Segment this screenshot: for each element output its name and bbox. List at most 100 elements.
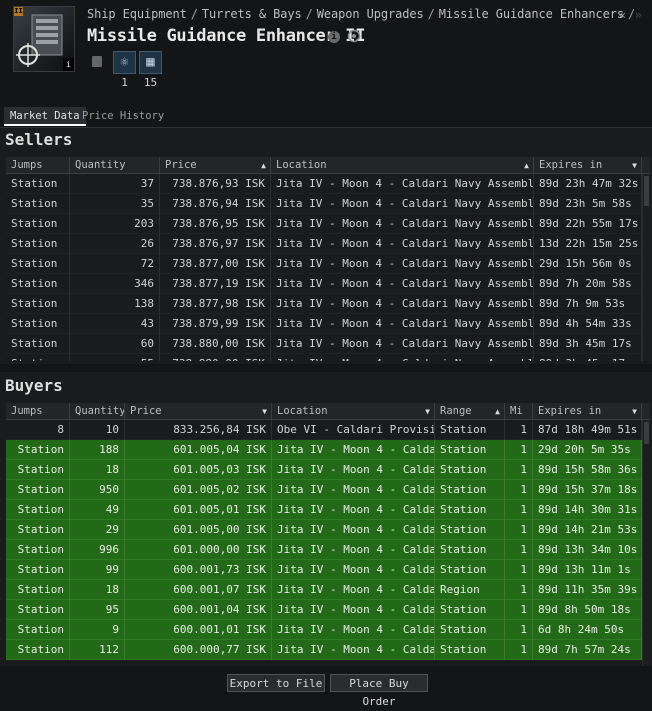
cell-jumps: Station [6, 334, 70, 354]
cell-min-volume: 1 [505, 640, 533, 660]
table-row[interactable]: Station 18 601.005,03 ISK Jita IV - Moon 4 … [6, 460, 642, 480]
table-row[interactable]: Station 203 738.876,95 ISK Jita IV - Moon 4… [6, 214, 642, 234]
cell-expires: 89d 13h 34m 10s [533, 540, 642, 560]
table-row[interactable]: Station 37 738.876,93 ISK Jita IV - Moon 4 … [6, 174, 642, 194]
breadcrumb-item[interactable]: Missile Guidance Enhancers [439, 7, 624, 21]
column-header-price[interactable]: Price ▼ [125, 403, 272, 420]
breadcrumb: Ship Equipment / Turrets & Bays / Weapon Upg… [87, 7, 636, 21]
breadcrumb-item[interactable]: Ship Equipment [87, 7, 187, 21]
cell-quantity: 203 [70, 214, 160, 234]
breadcrumb-item[interactable]: Turrets & Bays [202, 7, 302, 21]
cell-jumps: Station [6, 254, 70, 274]
column-header-min-volume[interactable]: Mi [505, 403, 533, 420]
tab-price-history[interactable]: Price History [76, 107, 170, 126]
table-row[interactable]: Station 72 738.877,00 ISK Jita IV - Moon 4 … [6, 254, 642, 274]
target-icon[interactable] [347, 29, 361, 43]
cell-jumps: Station [6, 194, 70, 214]
cell-price: 601.000,00 ISK [125, 540, 272, 560]
atom-icon[interactable]: ⚛ [113, 51, 136, 74]
tab-market-data[interactable]: Market Data [4, 107, 86, 126]
table-row[interactable]: Station 95 600.001,04 ISK Jita IV - Moon 4 … [6, 600, 642, 620]
cell-expires: 89d 14h 21m 53s [533, 520, 642, 540]
table-row[interactable]: Station 188 601.005,04 ISK Jita IV - Moon 4… [6, 440, 642, 460]
column-header-location[interactable]: Location ▼ [272, 403, 435, 420]
cell-location: Jita IV - Moon 4 - Caldari Navy Assembly… [271, 174, 534, 194]
cell-expires: 89d 4h 54m 33s [534, 314, 642, 334]
cell-location: Jita IV - Moon 4 - Caldari Navy Assembly… [271, 274, 534, 294]
info-badge[interactable]: i [63, 58, 74, 71]
cell-jumps: Station [6, 354, 70, 361]
table-row[interactable]: Station 99 600.001,73 ISK Jita IV - Moon 4 … [6, 560, 642, 580]
cell-location: Jita IV - Moon 4 - Caldari [272, 500, 435, 520]
cell-jumps: Station [6, 174, 70, 194]
cell-jumps: Station [6, 520, 70, 540]
column-header-quantity[interactable]: Quantity [70, 403, 125, 420]
table-row[interactable]: Station 29 601.005,00 ISK Jita IV - Moon 4 … [6, 520, 642, 540]
table-row[interactable]: Station 950 601.005,02 ISK Jita IV - Moon 4… [6, 480, 642, 500]
cell-price: 600.001,04 ISK [125, 600, 272, 620]
cell-expires: 89d 14h 30m 31s [533, 500, 642, 520]
info-icon[interactable]: i [328, 31, 340, 43]
sort-arrow-icon: ▼ [632, 161, 637, 170]
table-row[interactable]: Station 35 738.876,94 ISK Jita IV - Moon 4 … [6, 194, 642, 214]
cell-price: 601.005,01 ISK [125, 500, 272, 520]
cell-min-volume: 1 [505, 540, 533, 560]
column-header-range[interactable]: Range ▲ [435, 403, 505, 420]
table-row[interactable]: 8 10 833.256,84 ISK Obe VI - Caldari Provis… [6, 420, 642, 440]
table-row[interactable]: Station 9 600.001,01 ISK Jita IV - Moon 4 -… [6, 620, 642, 640]
buyers-table: Jumps Quantity Price ▼ Location ▼ Range ▲ Mi Expi… [6, 403, 650, 666]
buyers-scrollbar[interactable] [642, 420, 650, 666]
sort-arrow-icon: ▲ [524, 161, 529, 170]
cell-location: Jita IV - Moon 4 - Caldari Navy Assembly… [271, 314, 534, 334]
column-header-jumps[interactable]: Jumps [6, 157, 70, 174]
column-header-jumps[interactable]: Jumps [6, 403, 70, 420]
cell-price: 833.256,84 ISK [125, 420, 272, 440]
chip-icon[interactable]: ▦ [139, 51, 162, 74]
cell-range: Station [435, 520, 505, 540]
table-row[interactable]: Station 18 600.001,07 ISK Jita IV - Moon 4 … [6, 580, 642, 600]
cell-location: Jita IV - Moon 4 - Caldari [272, 440, 435, 460]
cell-price: 600.001,73 ISK [125, 560, 272, 580]
column-header-expires[interactable]: Expires in ▼ [534, 157, 642, 174]
cell-quantity: 9 [70, 620, 125, 640]
place-buy-order-button[interactable]: Place Buy Order [330, 674, 428, 708]
cell-jumps: Station [6, 314, 70, 334]
sellers-scrollbar[interactable] [642, 174, 650, 361]
item-icon[interactable]: II i [13, 6, 75, 72]
forward-icon[interactable]: » [635, 8, 642, 22]
cell-jumps: Station [6, 274, 70, 294]
column-header-expires[interactable]: Expires in ▼ [533, 403, 642, 420]
cell-jumps: Station [6, 580, 70, 600]
table-row[interactable]: Station 138 738.877,98 ISK Jita IV - Moon 4… [6, 294, 642, 314]
table-row[interactable]: Station 43 738.879,99 ISK Jita IV - Moon 4 … [6, 314, 642, 334]
breadcrumb-item[interactable]: Weapon Upgrades [317, 7, 424, 21]
cell-expires: 89d 8h 50m 18s [533, 600, 642, 620]
skill-count: 15 [143, 76, 158, 89]
cell-expires: 89d 11h 35m 39s [533, 580, 642, 600]
cell-price: 738.879,99 ISK [160, 314, 271, 334]
column-header-price[interactable]: Price ▲ [160, 157, 271, 174]
cell-min-volume: 1 [505, 620, 533, 640]
table-row[interactable]: Station 26 738.876,97 ISK Jita IV - Moon 4 … [6, 234, 642, 254]
cell-expires: 29d 15h 56m 0s [534, 254, 642, 274]
cell-expires: 6d 8h 24m 50s [533, 620, 642, 640]
table-row[interactable]: Station 996 601.000,00 ISK Jita IV - Moon 4… [6, 540, 642, 560]
cell-quantity: 29 [70, 520, 125, 540]
column-header-quantity[interactable]: Quantity [70, 157, 160, 174]
table-row[interactable]: Station 346 738.877,19 ISK Jita IV - Moon 4… [6, 274, 642, 294]
cell-expires: 89d 7h 57m 24s [533, 640, 642, 660]
table-row[interactable]: Station 60 738.880,00 ISK Jita IV - Moon 4 … [6, 334, 642, 354]
sellers-header: Jumps Quantity Price ▲ Location ▲ Expires in ▼ [6, 157, 650, 174]
cell-quantity: 55 [70, 354, 160, 361]
cell-price: 601.005,02 ISK [125, 480, 272, 500]
collapse-icon[interactable]: « [619, 8, 626, 22]
cell-jumps: Station [6, 600, 70, 620]
cell-range: Station [435, 440, 505, 460]
cell-jumps: Station [6, 640, 70, 660]
sort-arrow-icon: ▼ [425, 407, 430, 416]
table-row[interactable]: Station 49 601.005,01 ISK Jita IV - Moon 4 … [6, 500, 642, 520]
table-row[interactable]: Station 112 600.000,77 ISK Jita IV - Moon 4… [6, 640, 642, 660]
column-header-location[interactable]: Location ▲ [271, 157, 534, 174]
export-to-file-button[interactable]: Export to File [227, 674, 325, 692]
table-row[interactable]: Station55738.880,00 ISKJita IV - Moon 4 … [6, 354, 642, 361]
